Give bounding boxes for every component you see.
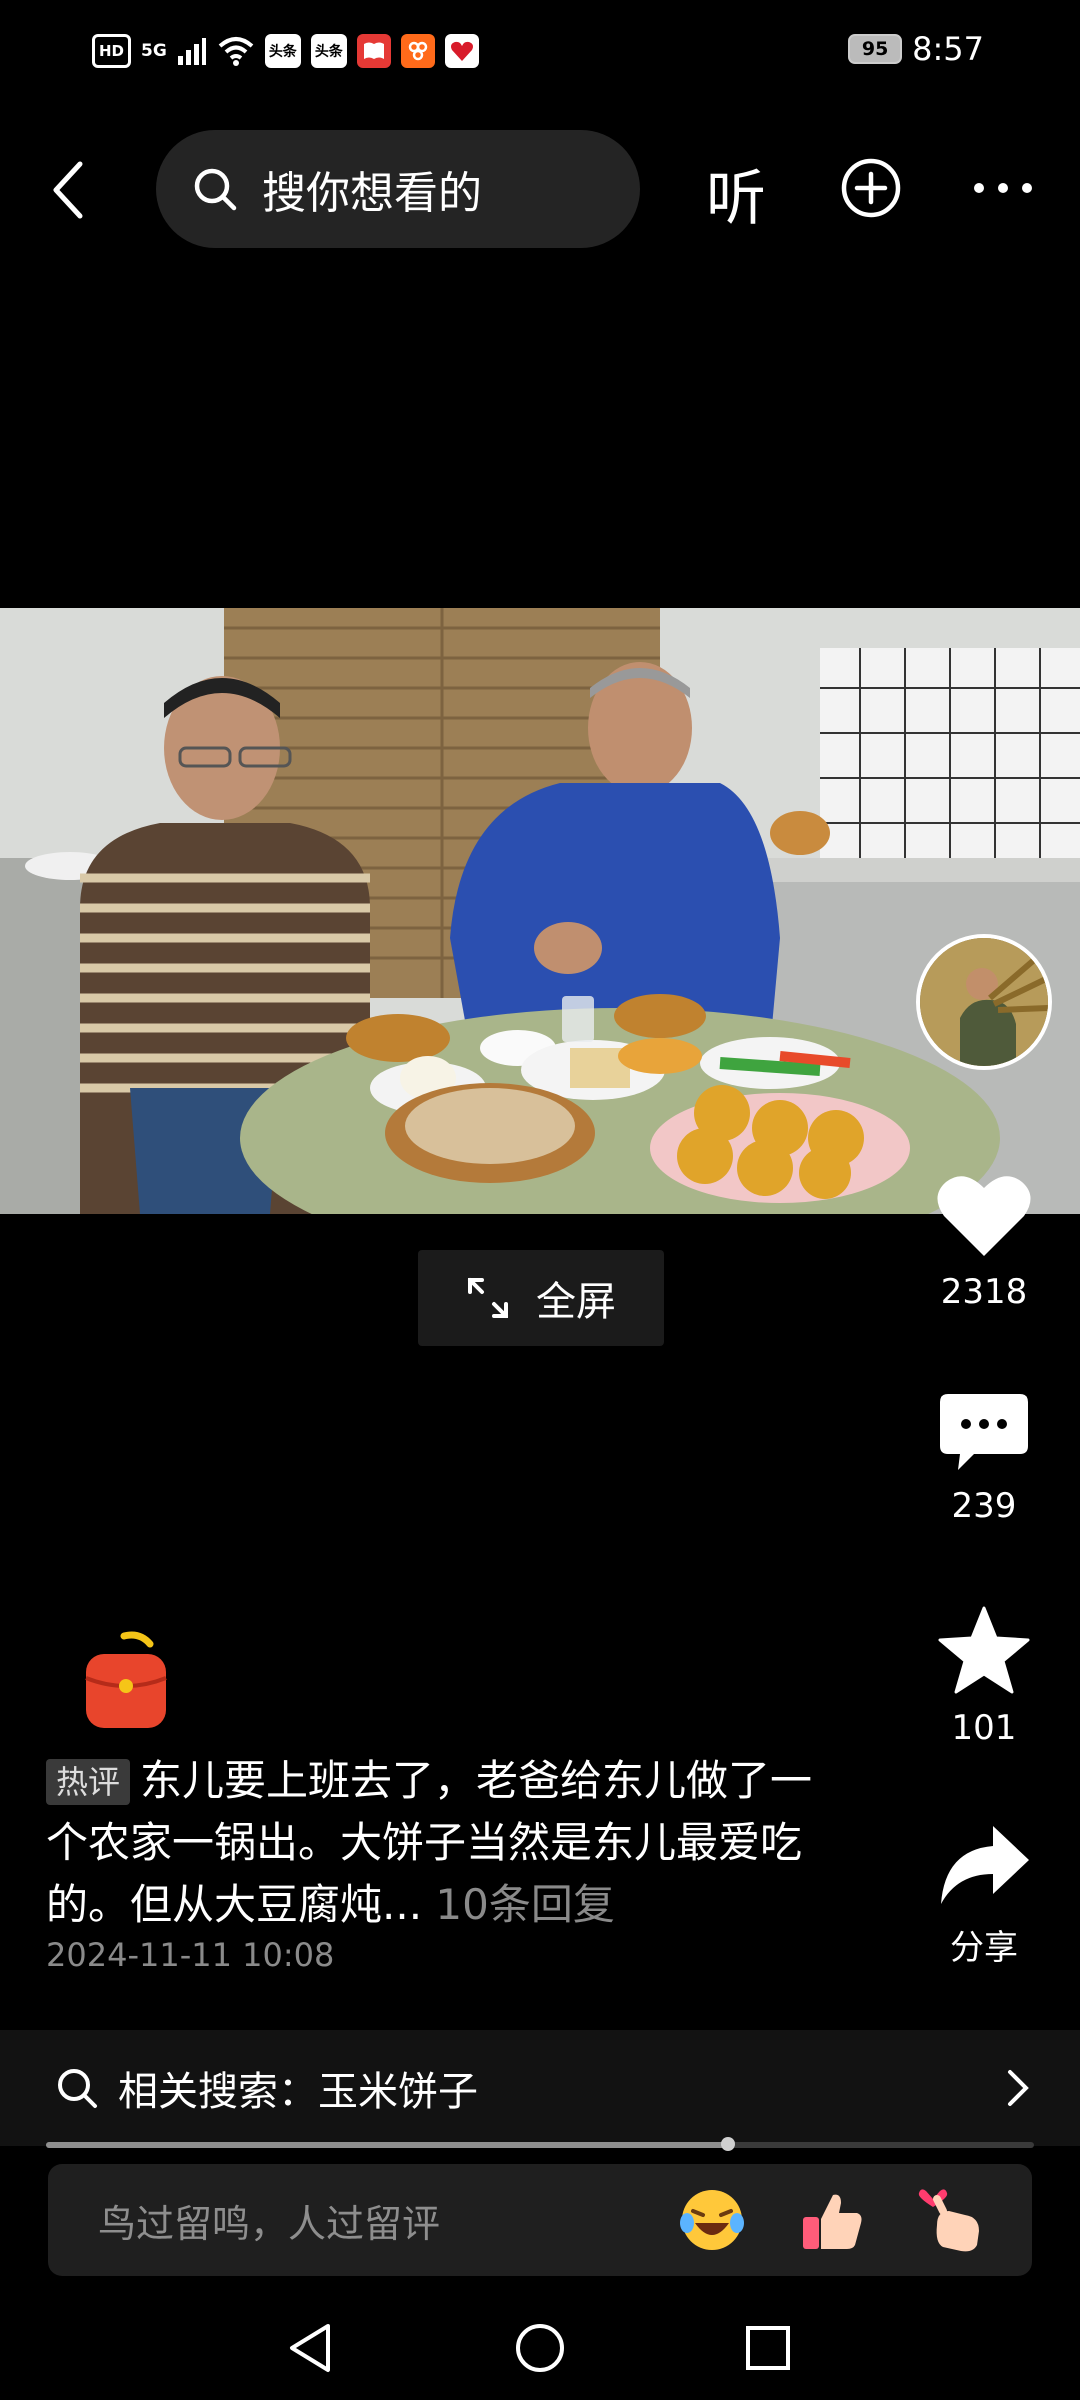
listen-button[interactable]: 听 [706, 150, 766, 237]
signal-bars-icon [177, 38, 206, 65]
heart-icon [937, 1176, 1031, 1256]
gift-app-icon [444, 34, 479, 68]
finger-heart-emoji-button[interactable] [912, 2180, 992, 2260]
red-packet-icon [85, 1631, 167, 1728]
search-icon [194, 168, 237, 211]
search-icon [58, 2069, 97, 2108]
nav-back-icon[interactable] [286, 2322, 334, 2374]
favorite-count: 101 [951, 1708, 1017, 1748]
post-timestamp: 2024-11-11 10:08 [46, 1936, 335, 1974]
like-action[interactable]: 2318 [904, 1172, 1064, 1312]
plus-circle-icon [841, 158, 901, 218]
fullscreen-icon [468, 1278, 508, 1318]
video-progress-handle[interactable] [721, 2137, 735, 2151]
shop-app-icon [400, 34, 435, 68]
wifi-icon [218, 37, 254, 66]
video-player[interactable] [0, 608, 1080, 1214]
comment-count: 239 [951, 1486, 1017, 1526]
book-app-icon [356, 34, 391, 68]
toutiao-app-icon-2: 头条 [310, 34, 347, 68]
add-button[interactable] [840, 157, 902, 223]
laugh-emoji-icon [680, 2190, 744, 2250]
more-icon [974, 183, 1032, 193]
status-bar-right: 95 8:57 [848, 30, 984, 68]
comment-icon [940, 1394, 1028, 1470]
hd-indicator: HD [92, 34, 132, 68]
status-bar-left: HD 5G 头条 头条 [92, 34, 479, 68]
battery-indicator: 95 [848, 34, 903, 64]
laugh-emoji-button[interactable] [672, 2180, 752, 2260]
back-button[interactable] [40, 150, 96, 230]
post-caption[interactable]: 热评 东儿要上班去了，老爸给东儿做了一个农家一锅出。大饼子当然是东儿最爱吃的。但从… [46, 1750, 846, 1936]
back-icon [53, 161, 83, 219]
replies-link[interactable]: 10条回复 [435, 1880, 614, 1929]
signal-5g-label: 5G [141, 41, 167, 61]
hot-comment-tag: 热评 [46, 1759, 131, 1805]
share-label: 分享 [950, 1928, 1018, 1968]
star-icon [938, 1606, 1030, 1694]
search-box[interactable]: 搜你想看的 [156, 130, 640, 248]
comment-input[interactable]: 鸟过留鸣，人过留评 [98, 2193, 672, 2248]
video-progress-fill [46, 2142, 728, 2148]
post-text: 东儿要上班去了，老爸给东儿做了一个农家一锅出。大饼子当然是东儿最爱吃的。但从大豆… [46, 1756, 813, 1929]
fullscreen-button[interactable]: 全屏 [418, 1250, 664, 1346]
system-nav-bar [0, 2300, 1080, 2400]
more-button[interactable] [972, 180, 1034, 199]
favorite-action[interactable]: 101 [904, 1606, 1064, 1748]
related-search-bar[interactable]: 相关搜索：玉米饼子 [0, 2030, 1080, 2146]
search-placeholder: 搜你想看的 [262, 168, 482, 219]
chevron-right-icon [1008, 2070, 1029, 2106]
finger-heart-emoji-icon [918, 2189, 979, 2252]
red-packet-button[interactable] [84, 1630, 168, 1728]
related-search-label: 相关搜索：玉米饼子 [118, 2069, 478, 2115]
thumbs-up-emoji-button[interactable] [792, 2180, 872, 2260]
thumbs-up-emoji-icon [803, 2194, 862, 2249]
nav-home-icon[interactable] [514, 2322, 566, 2374]
share-icon [941, 1826, 1029, 1904]
clock: 8:57 [912, 30, 984, 68]
avatar-image [920, 938, 1048, 1066]
nav-recents-icon[interactable] [744, 2324, 792, 2372]
comment-input-bar[interactable]: 鸟过留鸣，人过留评 [48, 2164, 1032, 2276]
like-count: 2318 [940, 1272, 1028, 1312]
author-avatar[interactable] [916, 934, 1052, 1070]
comment-action[interactable]: 239 [904, 1392, 1064, 1526]
share-action[interactable]: 分享 [904, 1824, 1064, 1969]
toutiao-app-icon: 头条 [264, 34, 301, 68]
video-frame [0, 608, 1080, 1214]
fullscreen-label: 全屏 [536, 1279, 616, 1325]
